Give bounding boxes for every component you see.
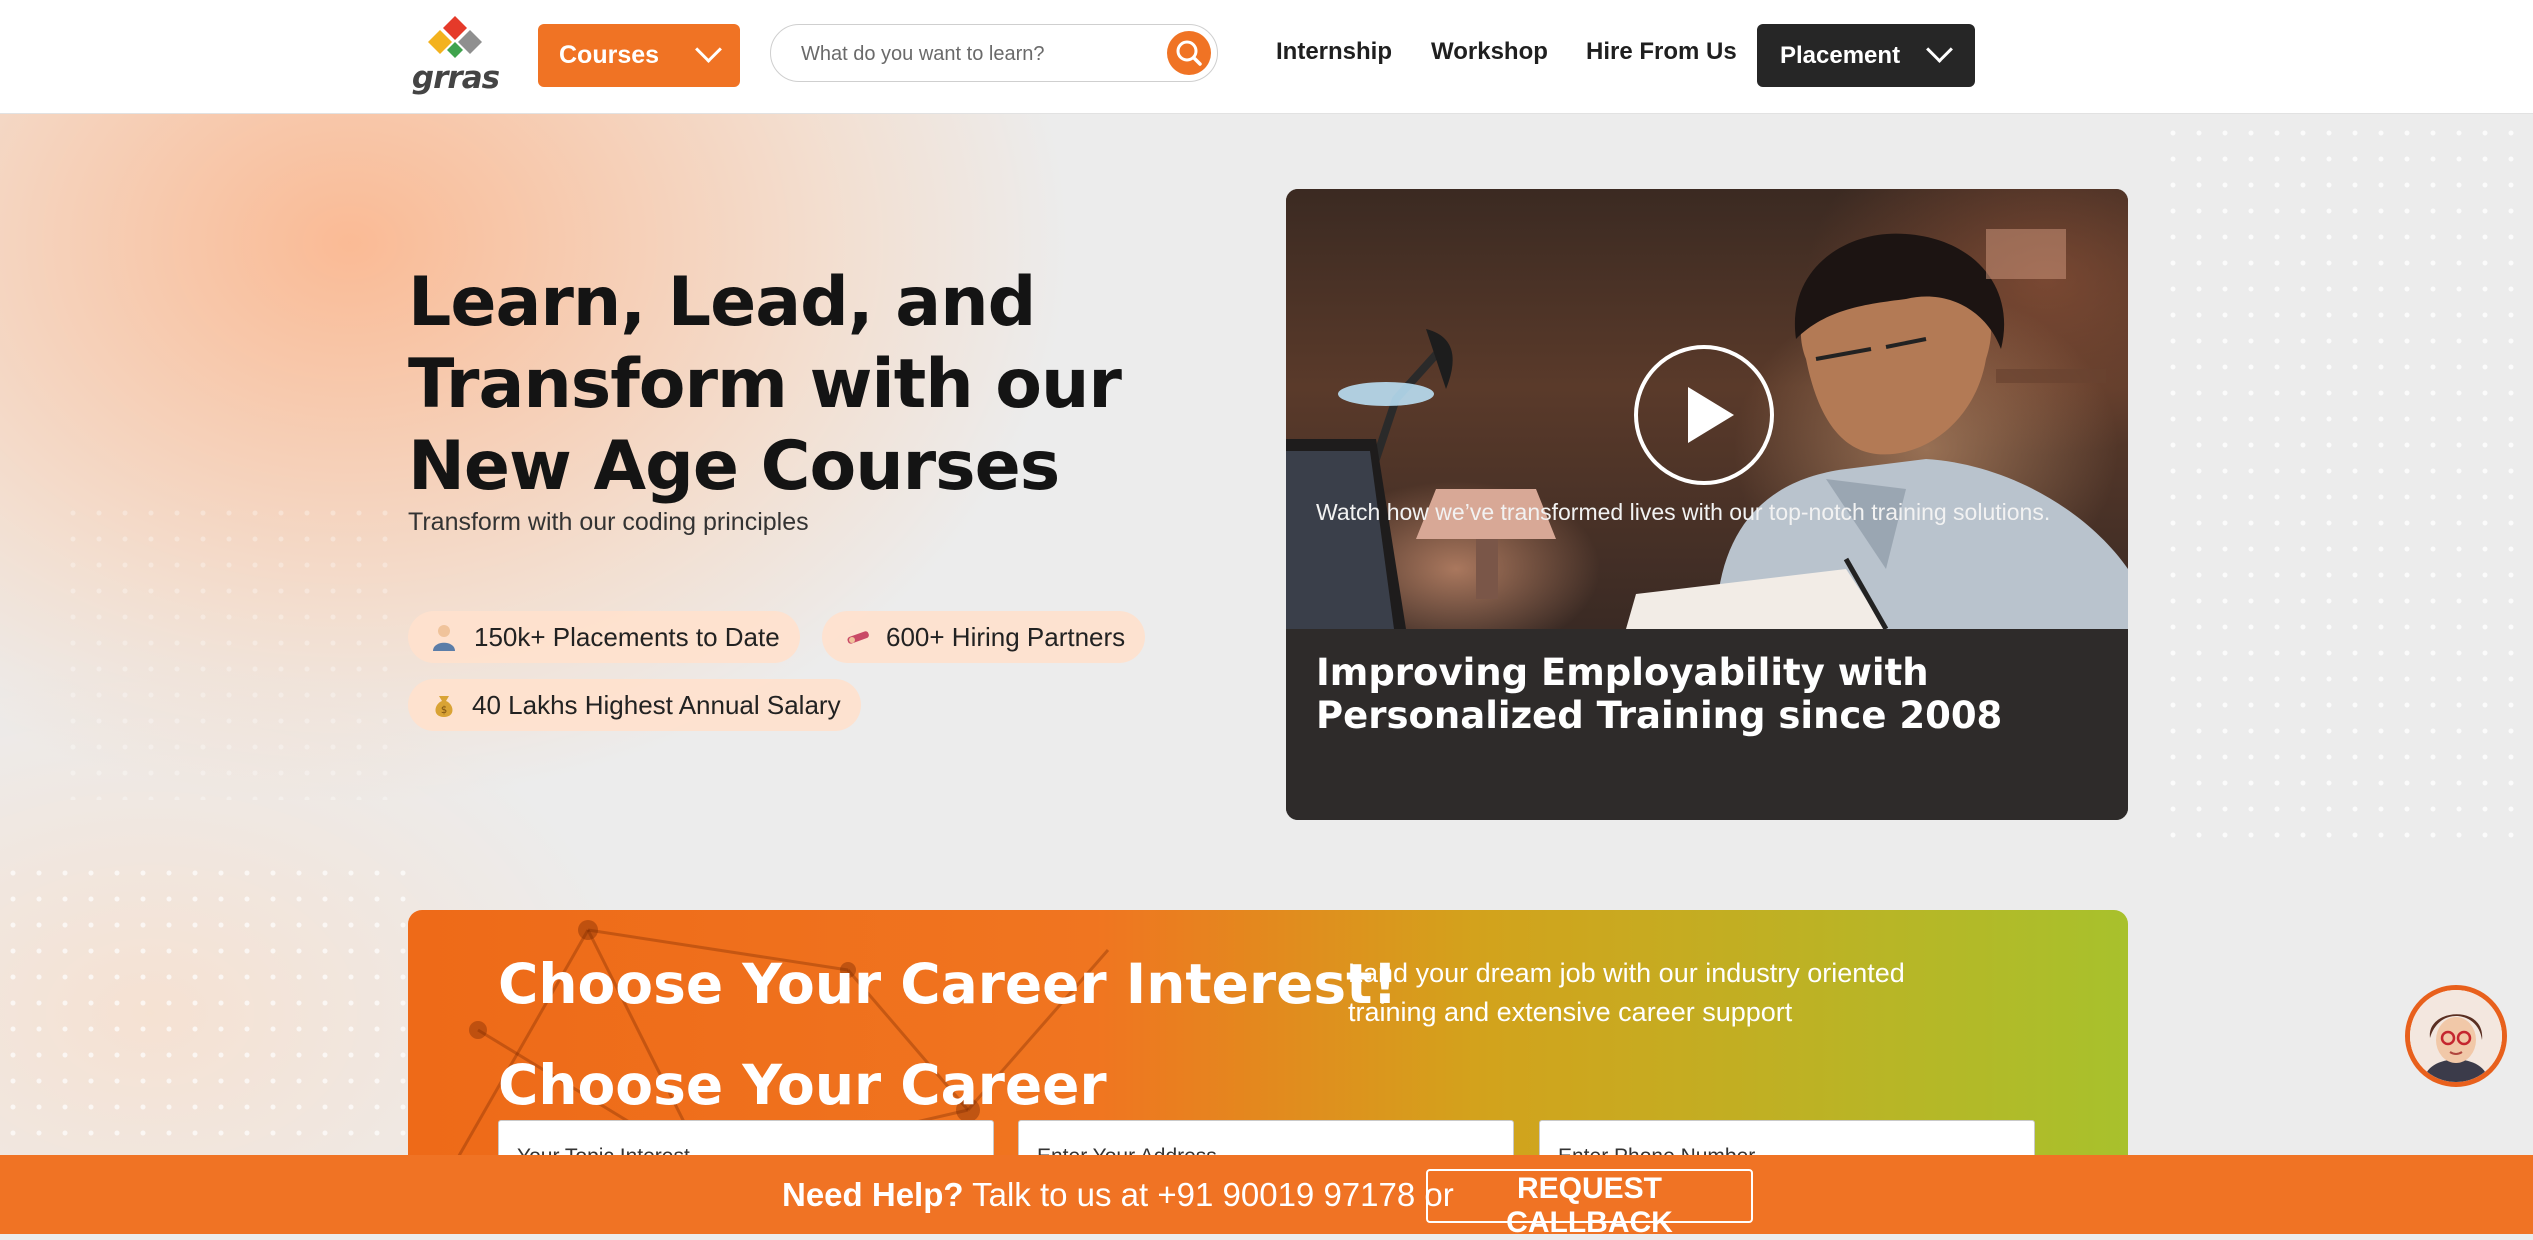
- person-icon: [433, 625, 455, 651]
- video-play-button[interactable]: [1634, 345, 1774, 485]
- stat-pill-placements: 150k+ Placements to Date: [408, 611, 800, 663]
- top-navbar: grras Courses Internship Workshop Hire F…: [0, 0, 2533, 114]
- stat-pill-hiring-partners: 600+ Hiring Partners: [822, 611, 1146, 663]
- decorative-dot-pattern: [0, 860, 420, 1155]
- decorative-dot-pattern: [60, 500, 390, 800]
- chat-assistant-avatar[interactable]: [2405, 985, 2507, 1087]
- nav-hire-from-us[interactable]: Hire From Us: [1586, 38, 1737, 66]
- money-bag-icon: $: [435, 696, 453, 717]
- help-phone-text: Talk to us at +91 90019 97178 or: [963, 1176, 1454, 1213]
- chevron-down-icon: [695, 36, 722, 63]
- hero-title: Learn, Lead, and Transform with our New …: [408, 263, 1122, 506]
- career-interest-heading: Choose Your Career Interest!: [498, 952, 1398, 1016]
- search-bar: [770, 24, 1218, 82]
- grras-logo[interactable]: grras: [408, 16, 503, 96]
- video-caption-panel: Improving Employability with Personalize…: [1286, 629, 2128, 820]
- play-icon: [1688, 387, 1734, 443]
- stat-label: 40 Lakhs Highest Annual Salary: [472, 690, 841, 720]
- decorative-dot-pattern: [2160, 120, 2533, 840]
- assistant-avatar-icon: [2410, 990, 2502, 1082]
- courses-label: Courses: [559, 41, 660, 69]
- chevron-down-icon: [1926, 36, 1953, 63]
- search-button[interactable]: [1167, 31, 1211, 75]
- handshake-icon: [847, 631, 869, 644]
- career-description: Land your dream job with our industry or…: [1348, 958, 1905, 1027]
- logo-text: grras: [411, 60, 500, 96]
- nav-workshop[interactable]: Workshop: [1431, 38, 1548, 66]
- placement-dropdown-button[interactable]: Placement: [1757, 24, 1975, 87]
- video-thumbnail-image: [1286, 189, 2128, 629]
- help-prefix: Need Help?: [782, 1176, 964, 1213]
- choose-career-heading: Choose Your Career: [498, 1053, 1107, 1117]
- stat-pill-salary: $ 40 Lakhs Highest Annual Salary: [408, 679, 861, 731]
- search-icon: [1176, 40, 1202, 66]
- courses-dropdown-button[interactable]: Courses: [538, 24, 740, 87]
- request-callback-button[interactable]: REQUEST CALLBACK: [1426, 1169, 1753, 1239]
- placement-label: Placement: [1780, 41, 1901, 69]
- search-input[interactable]: [799, 35, 1143, 73]
- stat-label: 150k+ Placements to Date: [474, 622, 780, 652]
- video-title: Improving Employability with Personalize…: [1316, 651, 2003, 737]
- video-description: Watch how we’ve transformed lives with o…: [1316, 499, 2051, 525]
- logo-diamonds-icon: [428, 16, 482, 58]
- help-text: Need Help? Talk to us at +91 90019 97178…: [782, 1176, 1454, 1214]
- help-bar: Need Help? Talk to us at +91 90019 97178…: [0, 1155, 2533, 1239]
- nav-internship[interactable]: Internship: [1276, 38, 1392, 66]
- stat-label: 600+ Hiring Partners: [886, 622, 1126, 652]
- video-card[interactable]: Improving Employability with Personalize…: [1286, 189, 2128, 820]
- hero-subtitle: Transform with our coding principles: [408, 508, 809, 536]
- svg-text:$: $: [441, 705, 447, 716]
